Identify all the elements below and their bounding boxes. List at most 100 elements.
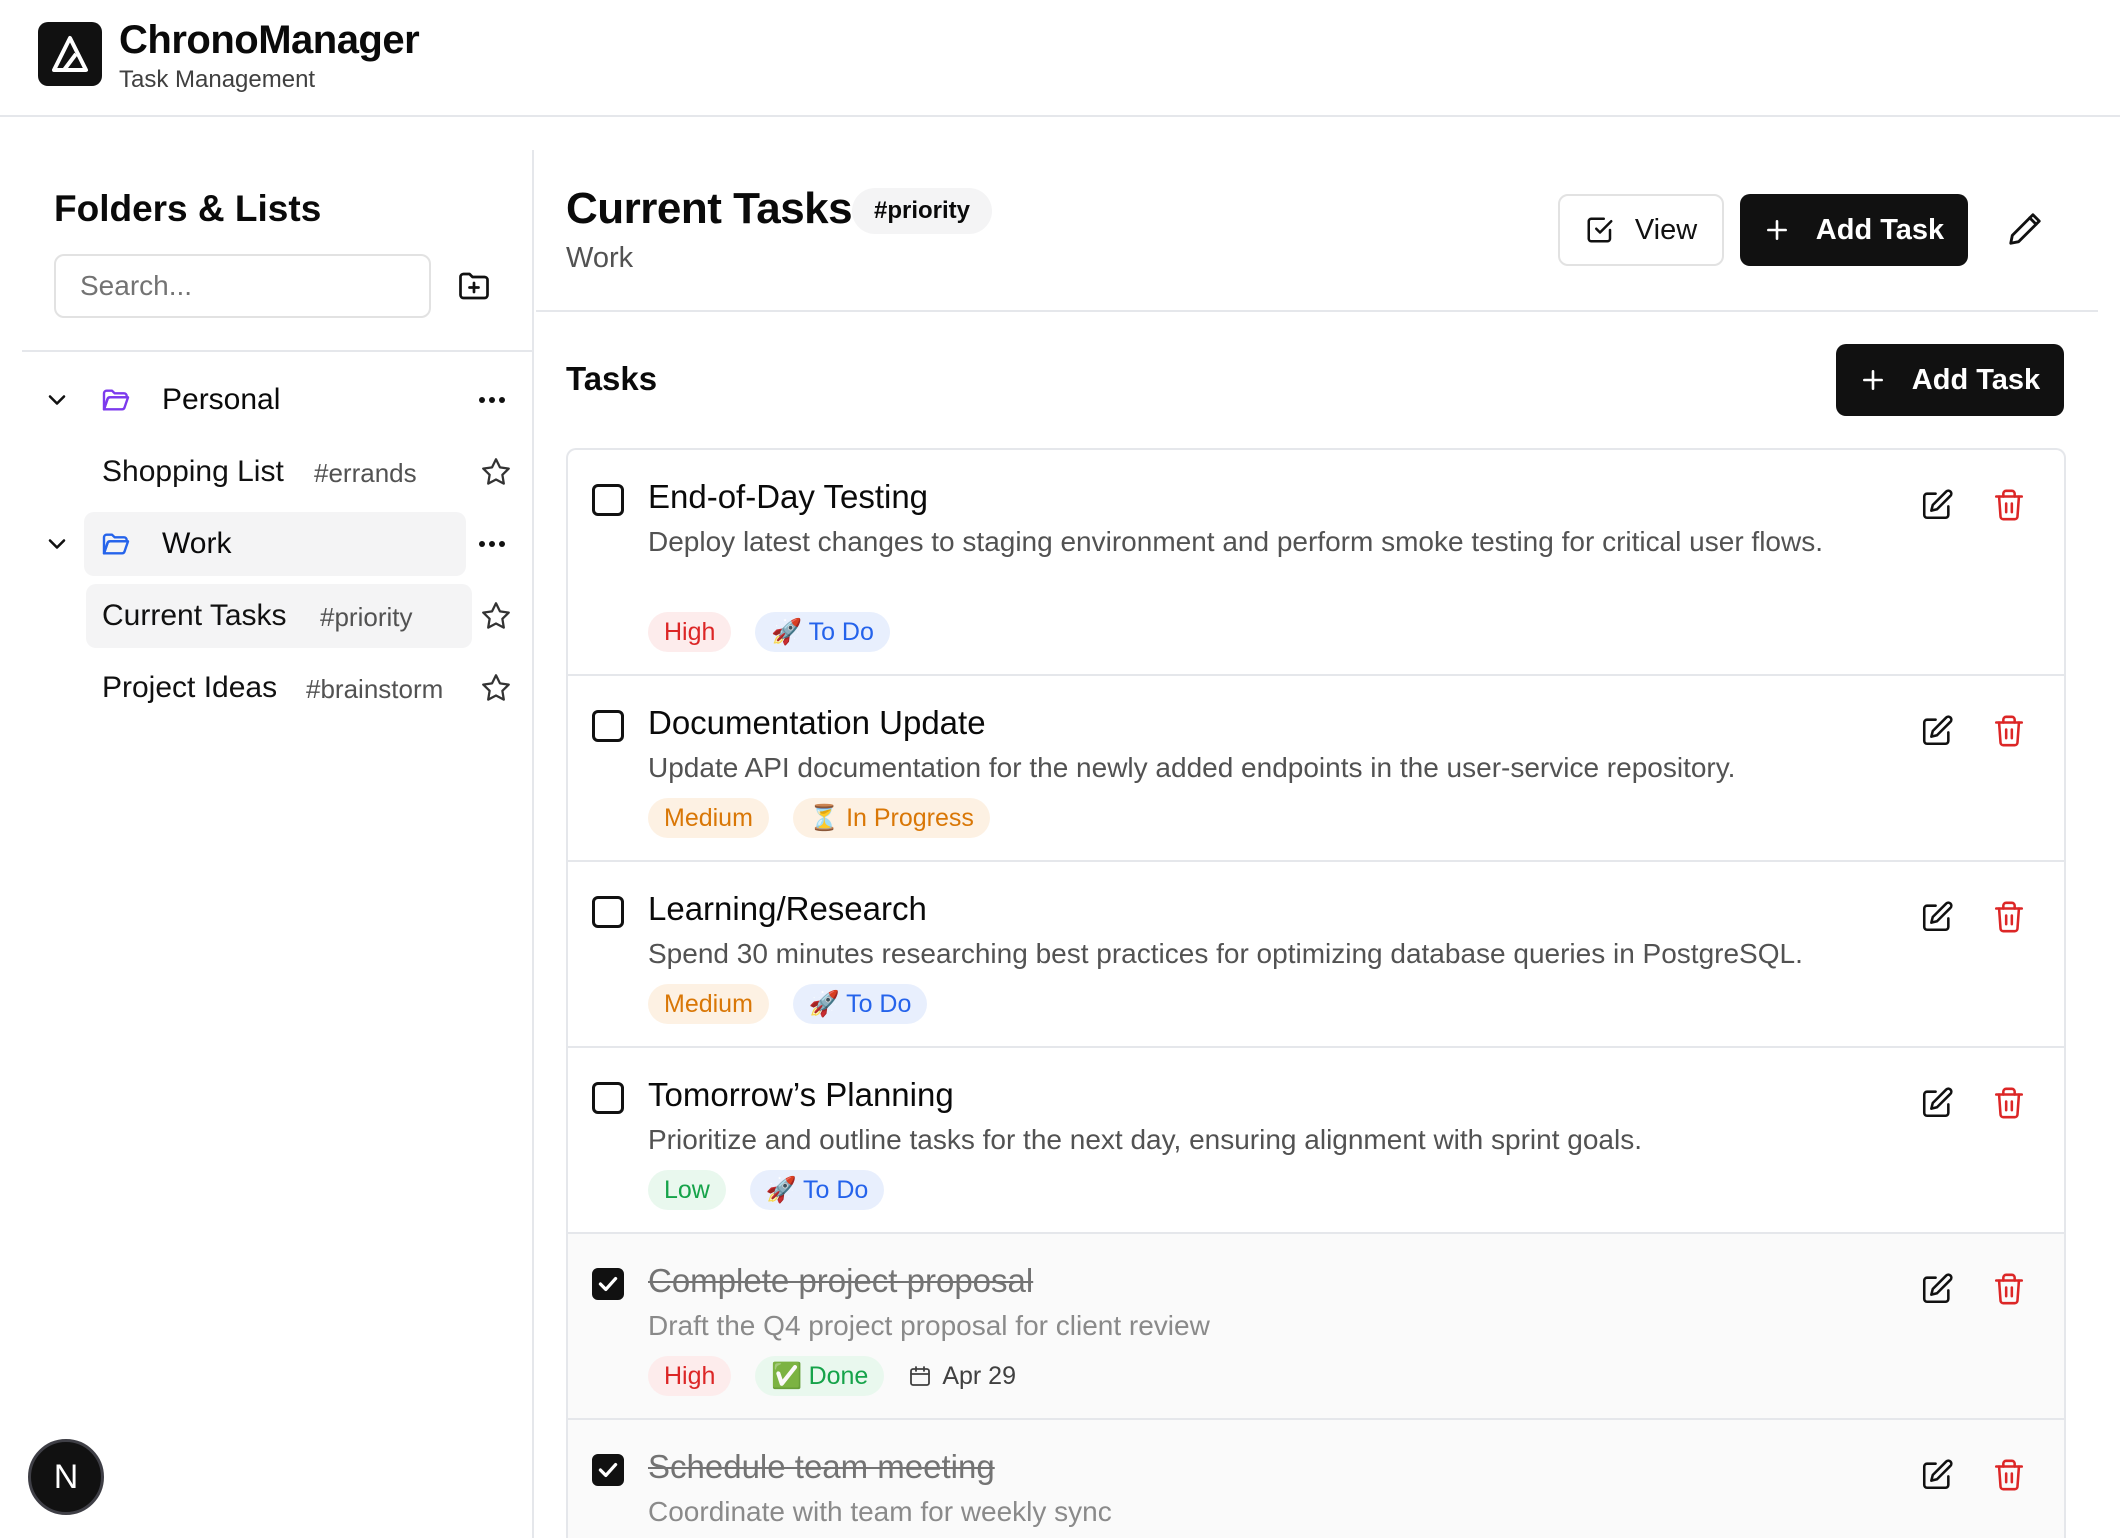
plus-icon [1862,370,1883,390]
pencil-icon[interactable] [2006,210,2044,248]
main-divider [536,310,2098,312]
status-label: To Do [803,1175,869,1204]
trash-icon[interactable] [1992,488,2026,522]
calendar-icon [910,1366,931,1386]
priority-badge: Low [648,1170,726,1210]
status-label: Done [808,1361,869,1390]
status-badge: ✅ Done [755,1356,885,1396]
sidebar: Folders & Lists Personal Shopping List #… [0,150,534,1538]
tasks-heading: Tasks [566,360,658,397]
due-date: Apr 29 [908,1362,1016,1391]
check-mark-icon: ✅ [771,1361,803,1390]
sidebar-folder-work[interactable]: Work [84,512,466,576]
rocket-icon: 🚀 [771,617,803,646]
star-icon[interactable] [479,455,513,489]
list-tag: #brainstorm [306,674,444,704]
task-checkbox[interactable] [592,1268,624,1300]
priority-badge: High [648,1356,732,1396]
sidebar-divider [22,350,534,352]
task-item: Schedule team meeting Coordinate with te… [568,1420,2064,1538]
task-description: Update API documentation for the newly a… [648,752,1736,783]
list-tag: #priority [320,602,413,632]
add-task-button[interactable]: Add Task [1740,194,1968,266]
sidebar-list-current-tasks[interactable]: Current Tasks [86,584,472,648]
view-button-label: View [1634,213,1698,246]
trash-icon[interactable] [1992,900,2026,934]
folder-open-icon [102,389,130,411]
task-description: Prioritize and outline tasks for the nex… [648,1124,1642,1155]
app-subtitle: Task Management [119,66,316,93]
task-title: Schedule team meeting [648,1448,995,1485]
task-description: Spend 30 minutes researching best practi… [648,938,1803,969]
status-label: To Do [808,617,874,646]
edit-icon[interactable] [1920,714,1954,748]
dev-tools-badge[interactable]: N [28,1439,104,1515]
new-folder-icon[interactable] [456,268,492,304]
edit-icon[interactable] [1920,1086,1954,1120]
task-checkbox[interactable] [592,1454,624,1486]
task-title: Learning/Research [648,890,927,927]
folder-label: Personal [162,383,281,416]
sidebar-search-input[interactable] [54,254,431,318]
task-description: Draft the Q4 project proposal for client… [648,1310,1210,1341]
status-badge: 🚀 To Do [792,984,928,1024]
check-icon [598,1276,618,1292]
star-icon[interactable] [479,599,513,633]
chevron-down-icon[interactable] [43,530,71,558]
task-item: Tomorrow’s Planning Prioritize and outli… [568,1048,2064,1234]
status-badge: 🚀 To Do [755,612,890,652]
priority-badge: High [648,612,732,652]
rocket-icon: 🚀 [808,989,841,1018]
edit-icon[interactable] [1920,1272,1954,1306]
square-check-icon [1587,217,1613,243]
sidebar-title: Folders & Lists [54,188,322,229]
plus-icon [1766,220,1787,240]
priority-badge: Medium [648,798,769,838]
task-checkbox[interactable] [592,896,624,928]
app-logo-icon[interactable] [38,22,102,86]
task-description: Coordinate with team for weekly sync [648,1496,1112,1527]
page-tag-badge: #priority [852,188,993,234]
task-checkbox[interactable] [592,710,624,742]
view-button[interactable]: View [1558,194,1724,266]
trash-icon[interactable] [1992,1458,2026,1492]
star-icon[interactable] [479,671,513,705]
status-badge: ⏳ In Progress [792,798,990,838]
edit-icon[interactable] [1920,1458,1954,1492]
page-folder-name: Work [566,242,634,274]
status-label: In Progress [846,803,974,832]
page-title: Current Tasks [566,184,853,233]
status-badge: 🚀 To Do [749,1170,885,1210]
app-header: ChronoManager Task Management [0,0,2120,117]
task-title: End-of-Day Testing [648,478,929,515]
folder-more-icon[interactable] [472,380,512,420]
task-description: Deploy latest changes to staging environ… [648,526,1824,557]
task-item: Learning/Research Spend 30 minutes resea… [568,862,2064,1048]
list-label: Current Tasks [102,599,287,632]
list-label: Project Ideas [102,671,278,704]
tasks-add-task-button-label: Add Task [1911,363,2041,396]
task-title: Documentation Update [648,704,986,741]
hourglass-icon: ⏳ [808,803,841,832]
task-item: Complete project proposal Draft the Q4 p… [568,1234,2064,1420]
task-list: End-of-Day Testing Deploy latest changes… [566,448,2066,1538]
trash-icon[interactable] [1992,1086,2026,1120]
sidebar-folder-personal[interactable]: Personal [84,368,466,432]
trash-icon[interactable] [1992,714,2026,748]
priority-badge: Medium [648,984,769,1024]
edit-icon[interactable] [1920,488,1954,522]
rocket-icon: 🚀 [765,1175,798,1204]
folder-more-icon[interactable] [472,524,512,564]
folder-open-icon [102,533,130,555]
add-task-button-label: Add Task [1815,213,1945,246]
tasks-add-task-button[interactable]: Add Task [1836,344,2064,416]
task-title: Tomorrow’s Planning [648,1076,954,1113]
task-checkbox[interactable] [592,1082,624,1114]
trash-icon[interactable] [1992,1272,2026,1306]
edit-icon[interactable] [1920,900,1954,934]
task-checkbox[interactable] [592,484,624,516]
chevron-down-icon[interactable] [43,386,71,414]
due-date-label: Apr 29 [942,1361,1016,1390]
task-item: End-of-Day Testing Deploy latest changes… [568,450,2064,676]
list-tag: #errands [314,458,417,488]
